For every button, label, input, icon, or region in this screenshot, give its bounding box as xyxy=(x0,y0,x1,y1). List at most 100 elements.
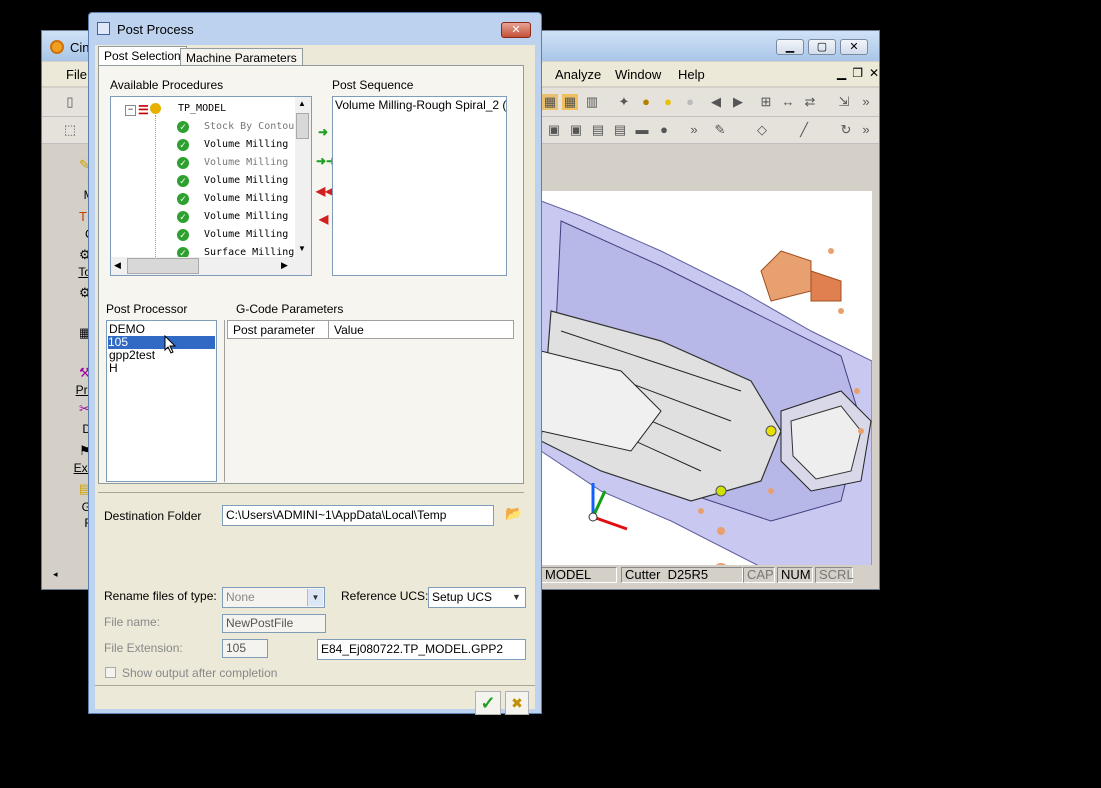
chevron-down-icon[interactable]: ▼ xyxy=(509,589,524,606)
tool-icon-1[interactable]: ▦ xyxy=(542,94,558,110)
export-icon[interactable]: ⇲ xyxy=(836,94,852,110)
destination-folder-input[interactable]: C:\Users\ADMINI~1\AppData\Local\Temp xyxy=(222,505,494,526)
rename-files-select[interactable]: None ▼ xyxy=(222,587,325,608)
scroll-up-icon[interactable]: ▲ xyxy=(298,99,306,108)
view-icon-5[interactable]: ▬ xyxy=(634,122,650,138)
view-box-icon[interactable]: ⬚ xyxy=(62,122,78,138)
tree-root[interactable]: TP_MODEL xyxy=(178,103,226,114)
mouse-cursor-icon xyxy=(164,335,177,354)
tree-item[interactable]: Volume Milling xyxy=(204,175,288,186)
rotate-icon[interactable]: ↻ xyxy=(838,122,854,138)
tab-post-selection[interactable]: Post Selection xyxy=(98,46,187,66)
tool-icon-3[interactable]: ▥ xyxy=(584,94,600,110)
remove-one-arrow-icon[interactable]: ◀ xyxy=(319,212,328,226)
more-chevron-icon-2[interactable]: » xyxy=(858,122,874,138)
check-icon: ✓ xyxy=(177,211,189,223)
post-sequence-label: Post Sequence xyxy=(332,78,414,92)
sequence-item[interactable]: Volume Milling-Rough Spiral_2 (TP_ xyxy=(335,99,506,112)
check-icon: ✓ xyxy=(177,121,189,133)
app-logo-icon xyxy=(50,40,64,54)
tab-machine-parameters[interactable]: Machine Parameters xyxy=(180,48,303,65)
browse-folder-icon[interactable]: 📂 xyxy=(505,505,522,522)
status-cutter-label: Cutter xyxy=(625,567,661,582)
light-off-icon[interactable]: ● xyxy=(682,94,698,110)
arrow-left-icon[interactable]: ◀ xyxy=(708,94,724,110)
plane-icon[interactable]: ◇ xyxy=(754,122,770,138)
chevron-down-icon[interactable]: ▼ xyxy=(307,589,323,606)
cutter-icon: T xyxy=(79,209,87,224)
tree-item[interactable]: Volume Milling xyxy=(204,139,288,150)
arrow-right-icon[interactable]: ▶ xyxy=(730,94,746,110)
check-icon: ✓ xyxy=(177,139,189,151)
status-num: NUM xyxy=(777,567,813,583)
dialog-titlebar[interactable]: Post Process ✕ xyxy=(89,13,541,43)
scroll-left-icon[interactable]: ◀ xyxy=(114,260,121,271)
view-icon-6[interactable]: ● xyxy=(656,122,672,138)
menu-analyze[interactable]: Analyze xyxy=(555,67,601,82)
show-output-checkbox[interactable] xyxy=(105,667,116,678)
post-processor-list[interactable]: DEMO 105 gpp2test H xyxy=(106,320,217,482)
menu-help[interactable]: Help xyxy=(678,67,705,82)
tree-collapse-icon[interactable]: − xyxy=(125,105,136,116)
tool-icon-2[interactable]: ▦ xyxy=(562,94,578,110)
ok-check-button[interactable]: ✓ xyxy=(475,691,501,715)
grid-icon[interactable]: ⊞ xyxy=(758,94,774,110)
check-icon: ✓ xyxy=(177,175,189,187)
light-bulb-icon[interactable]: ● xyxy=(638,94,654,110)
add-one-arrow-icon[interactable]: ➜ xyxy=(318,125,328,139)
status-cutter-value: D25R5 xyxy=(667,567,709,582)
tree-hscrollbar[interactable]: ◀ ▶ xyxy=(111,257,311,275)
sketch-icon[interactable]: ✎ xyxy=(712,122,728,138)
file-name-label: File name: xyxy=(104,615,161,629)
tree-item[interactable]: Volume Milling xyxy=(204,229,288,240)
line-icon[interactable]: ╱ xyxy=(796,122,812,138)
separator xyxy=(95,685,535,686)
scroll-thumb[interactable] xyxy=(296,113,309,139)
maximize-button[interactable]: ▢ xyxy=(808,39,836,55)
minimize-button[interactable]: ▁ xyxy=(776,39,804,55)
tree-item[interactable]: Volume Milling xyxy=(204,157,288,168)
status-scrl: SCRL xyxy=(815,567,854,583)
col-value[interactable]: Value xyxy=(334,323,364,337)
status-cap: CAP xyxy=(743,567,775,583)
available-procedures-label: Available Procedures xyxy=(110,78,224,92)
scroll-down-icon[interactable]: ▼ xyxy=(298,244,306,253)
dialog-close-button[interactable]: ✕ xyxy=(501,22,531,38)
menu-file[interactable]: File xyxy=(66,67,87,82)
select-icon[interactable]: ✦ xyxy=(616,94,632,110)
view-icon-2[interactable]: ▣ xyxy=(568,122,584,138)
rename-files-label: Rename files of type: xyxy=(104,589,217,603)
menu-window[interactable]: Window xyxy=(615,67,661,82)
close-button[interactable]: ✕ xyxy=(840,39,868,55)
new-file-icon[interactable]: ▯ xyxy=(62,94,78,110)
view-icon-4[interactable]: ▤ xyxy=(612,122,628,138)
processor-item-h[interactable]: H xyxy=(109,362,118,375)
scroll-right-icon[interactable]: ▶ xyxy=(281,260,288,271)
cancel-button[interactable]: ✖ xyxy=(505,691,529,715)
measure-icon[interactable]: ↔ xyxy=(780,94,796,110)
procedures-tree[interactable]: − ☰ TP_MODEL ✓ Stock By Contou ✓ Volume … xyxy=(110,96,312,276)
tree-item[interactable]: Stock By Contou xyxy=(204,121,294,132)
view-chevron-icon[interactable]: » xyxy=(686,122,702,138)
mdi-controls[interactable]: ▁❐✕ xyxy=(837,66,885,80)
file-name-input[interactable]: NewPostFile xyxy=(222,614,326,633)
col-post-parameter[interactable]: Post parameter xyxy=(233,323,315,337)
rename-files-value: None xyxy=(226,590,255,604)
view-icon-1[interactable]: ▣ xyxy=(546,122,562,138)
3d-viewport[interactable] xyxy=(541,191,872,567)
tree-item[interactable]: Volume Milling xyxy=(204,211,288,222)
tree-item[interactable]: Volume Milling xyxy=(204,193,288,204)
scroll-left-icon[interactable]: ◂ xyxy=(53,569,58,580)
reference-ucs-select[interactable]: Setup UCS ▼ xyxy=(428,587,526,608)
tree-vscrollbar[interactable]: ▲ ▼ xyxy=(295,97,311,257)
more-chevron-icon[interactable]: » xyxy=(858,94,874,110)
gcode-table[interactable]: Post parameter Value xyxy=(227,320,514,482)
post-sequence-list[interactable]: Volume Milling-Rough Spiral_2 (TP_ xyxy=(332,96,507,276)
dialog-app-icon xyxy=(97,22,110,35)
dimension-icon[interactable]: ⇄ xyxy=(802,94,818,110)
light-on-icon[interactable]: ● xyxy=(660,94,676,110)
reference-ucs-value: Setup UCS xyxy=(432,590,493,604)
view-icon-3[interactable]: ▤ xyxy=(590,122,606,138)
file-extension-input[interactable]: 105 xyxy=(222,639,268,658)
hscroll-thumb[interactable] xyxy=(127,258,199,274)
